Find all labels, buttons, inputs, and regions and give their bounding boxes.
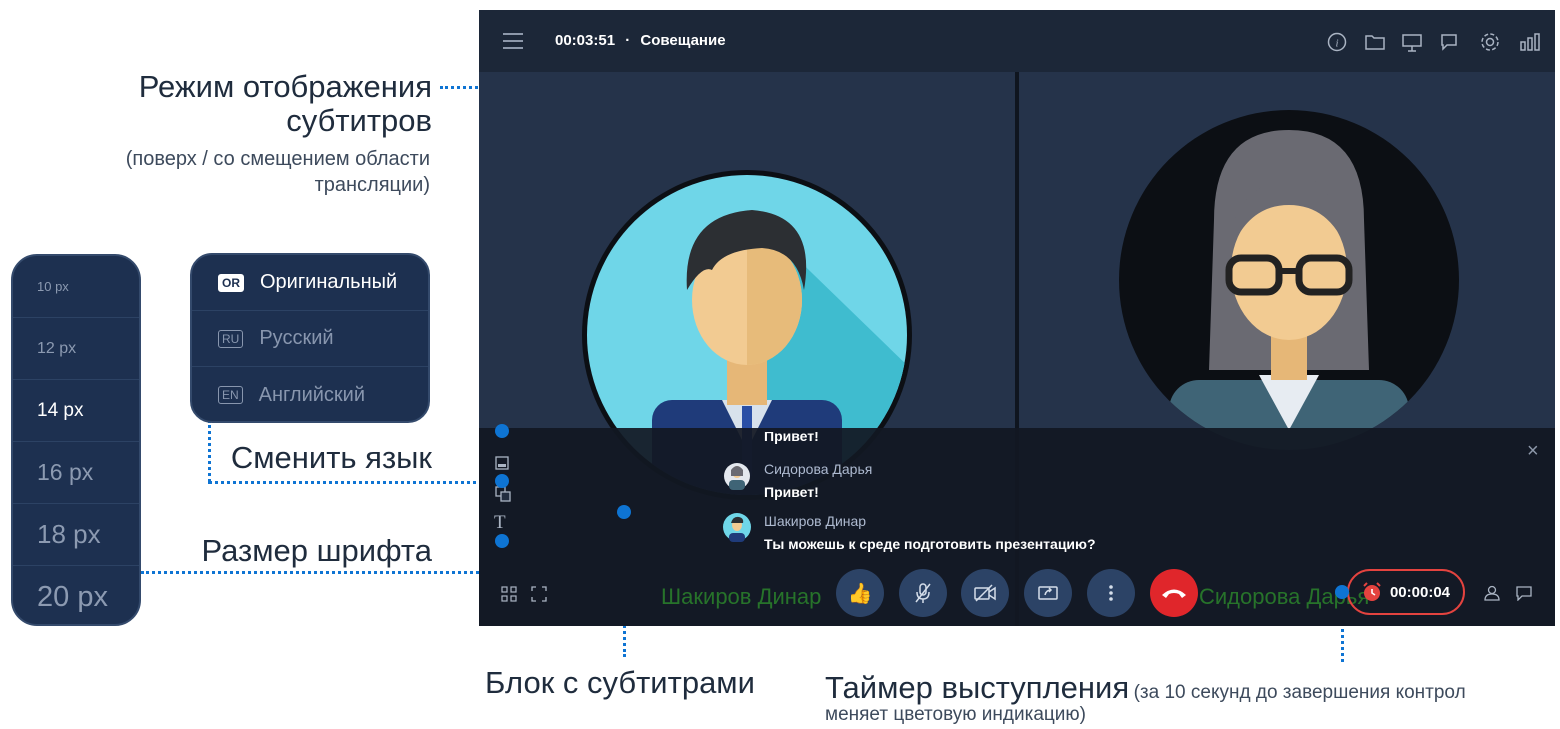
- marker-dot-timer: [1335, 585, 1349, 599]
- marker-dot-language: [495, 474, 509, 488]
- connector-language-v: [208, 420, 211, 482]
- marker-dot-display-mode: [495, 424, 509, 438]
- menu-icon[interactable]: [503, 33, 523, 49]
- language-option-russian[interactable]: RU Русский: [192, 311, 428, 367]
- thumbs-up-icon: 👍: [847, 582, 873, 605]
- grid-layout-icon[interactable]: [501, 586, 517, 602]
- elapsed-time: 00:03:51: [555, 32, 616, 49]
- meeting-header: 00:03:51 · Совещание: [555, 32, 726, 49]
- font-size-label: Размер шрифта: [201, 533, 432, 568]
- display-mode-subtitle: (поверх / со смещением области трансляци…: [125, 148, 430, 196]
- participant-name-left: Шакиров Динар: [661, 584, 822, 609]
- change-language-label: Сменить язык: [230, 440, 432, 475]
- more-options-button[interactable]: [1087, 569, 1135, 617]
- folder-icon[interactable]: [1364, 33, 1386, 51]
- avatar: [724, 463, 750, 490]
- female-avatar-icon: [1119, 110, 1459, 450]
- microphone-button[interactable]: [899, 569, 947, 617]
- language-code-badge: OR: [218, 273, 244, 292]
- language-label: Русский: [259, 327, 334, 349]
- alarm-clock-icon: [1363, 582, 1381, 601]
- language-option-english[interactable]: EN Английский: [192, 367, 428, 421]
- subtitle-text: Привет!: [764, 484, 819, 500]
- font-size-option-20[interactable]: 20 px: [13, 566, 139, 624]
- font-size-panel: 10 px 12 px 14 px 16 px 18 px 20 px: [11, 254, 141, 626]
- meeting-window: 00:03:51 · Совещание i Привет! Сидорова …: [479, 10, 1555, 626]
- info-icon[interactable]: i: [1327, 32, 1347, 52]
- display-mode-title: Режим отображения субтитров: [138, 69, 432, 138]
- text-size-icon[interactable]: T: [494, 512, 506, 534]
- share-screen-icon: [1038, 586, 1058, 600]
- connector-font-h: [141, 571, 503, 574]
- fullscreen-icon[interactable]: [531, 586, 547, 602]
- timer-annotation-sub2: меняет цветовую индикацию): [825, 704, 1086, 725]
- like-button[interactable]: 👍: [836, 569, 884, 617]
- meeting-title: Совещание: [640, 32, 726, 49]
- marker-dot-font-size: [495, 534, 509, 548]
- language-label: Английский: [258, 383, 366, 406]
- font-size-option-12[interactable]: 12 px: [13, 318, 139, 380]
- microphone-off-icon: [915, 583, 931, 603]
- subtitle-partial-line: Привет!: [764, 432, 819, 444]
- language-code-badge: EN: [218, 386, 243, 404]
- hang-up-icon: [1162, 589, 1186, 598]
- marker-dot-subtitles: [617, 505, 631, 519]
- settings-icon[interactable]: [1479, 31, 1501, 53]
- timer-annotation-title: Таймер выступления: [825, 670, 1130, 705]
- language-label: Оригинальный: [260, 271, 398, 293]
- close-icon[interactable]: ×: [1527, 440, 1539, 463]
- subtitle-block-label: Блок с субтитрами: [485, 665, 755, 700]
- subtitle-block: Привет! Сидорова Дарья Привет! Шакиров Д…: [479, 428, 1555, 626]
- speaker-timer[interactable]: 00:00:04: [1347, 569, 1465, 615]
- chat-icon[interactable]: [1439, 32, 1459, 52]
- timer-annotation: Таймер выступления (за 10 секунд до заве…: [825, 670, 1560, 706]
- subtitle-speaker-name: Сидорова Дарья: [764, 461, 873, 477]
- font-size-option-10[interactable]: 10 px: [13, 256, 139, 318]
- timer-value: 00:00:04: [1389, 583, 1451, 601]
- more-vertical-icon: [1109, 585, 1113, 601]
- font-size-option-14[interactable]: 14 px: [13, 380, 139, 442]
- subtitle-text: Ты можешь к среде подготовить презентаци…: [764, 536, 1096, 552]
- language-option-original[interactable]: OR Оригинальный: [192, 255, 428, 311]
- presentation-icon[interactable]: [1401, 32, 1423, 52]
- hang-up-button[interactable]: [1150, 569, 1198, 617]
- top-bar: 00:03:51 · Совещание i: [479, 10, 1555, 72]
- share-screen-button[interactable]: [1024, 569, 1072, 617]
- chat-icon[interactable]: [1515, 585, 1533, 601]
- translate-icon[interactable]: [495, 486, 511, 502]
- avatar: [723, 513, 751, 542]
- timer-annotation-sub: (за 10 секунд до завершения контрол: [1133, 682, 1466, 703]
- connector-language-h: [208, 481, 496, 484]
- font-size-option-16[interactable]: 16 px: [13, 442, 139, 504]
- stats-icon[interactable]: [1519, 32, 1541, 52]
- participants-icon[interactable]: [1483, 585, 1501, 601]
- subtitle-speaker-name: Шакиров Динар: [764, 513, 867, 529]
- display-mode-icon[interactable]: [495, 456, 509, 470]
- camera-off-icon: [974, 584, 996, 602]
- font-size-option-18[interactable]: 18 px: [13, 504, 139, 566]
- header-separator: ·: [625, 32, 631, 49]
- svg-text:i: i: [1335, 38, 1338, 50]
- language-code-badge: RU: [218, 329, 244, 348]
- language-panel: OR Оригинальный RU Русский EN Английский: [190, 253, 430, 423]
- camera-button[interactable]: [961, 569, 1009, 617]
